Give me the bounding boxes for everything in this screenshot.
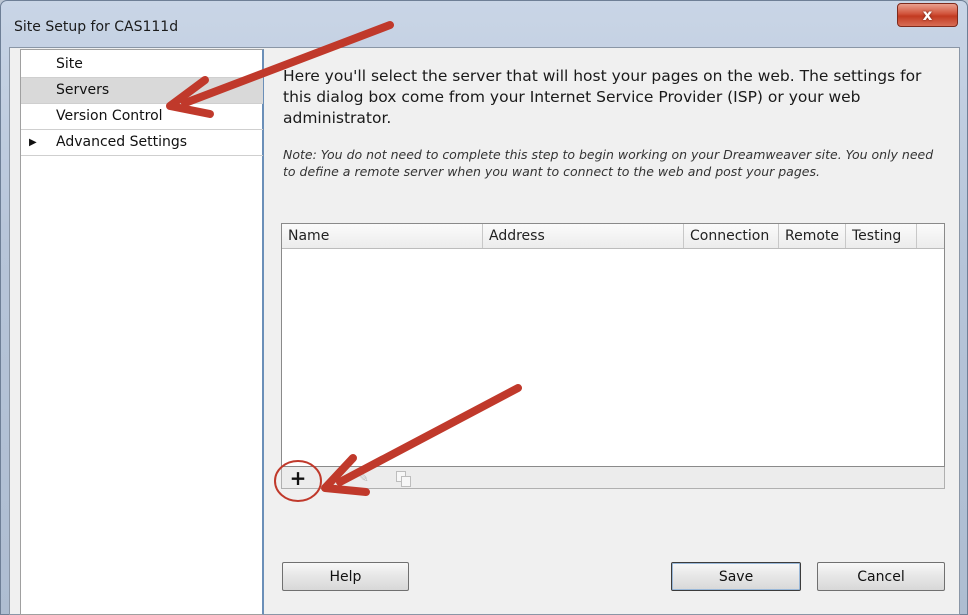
sidebar-item-version-control[interactable]: Version Control xyxy=(21,104,263,130)
column-header-name[interactable]: Name xyxy=(282,224,483,248)
duplicate-icon[interactable] xyxy=(396,471,412,487)
site-setup-dialog: Site Setup for CAS111d x Site Servers Ve… xyxy=(0,0,968,615)
sidebar-item-label: Servers xyxy=(56,82,110,98)
sidebar-item-advanced-settings[interactable]: ▶ Advanced Settings xyxy=(21,130,263,156)
sidebar-item-site[interactable]: Site xyxy=(21,52,263,78)
column-header-testing[interactable]: Testing xyxy=(846,224,917,248)
expand-arrow-icon[interactable]: ▶ xyxy=(29,130,37,155)
help-button[interactable]: Help xyxy=(282,562,409,591)
pencil-icon[interactable]: ✎ xyxy=(358,471,374,487)
table-toolbar xyxy=(281,467,945,489)
close-button[interactable]: x xyxy=(897,3,958,27)
plus-icon[interactable]: + xyxy=(289,468,307,488)
table-header: Name Address Connection Remote Testing xyxy=(282,224,944,249)
column-header-address[interactable]: Address xyxy=(483,224,684,248)
sidebar-item-label: Version Control xyxy=(56,108,163,124)
cancel-button[interactable]: Cancel xyxy=(817,562,945,591)
sidebar-item-label: Advanced Settings xyxy=(56,134,188,150)
window-title: Site Setup for CAS111d xyxy=(14,19,179,35)
sidebar-item-servers[interactable]: Servers xyxy=(21,78,263,104)
category-sidebar: Site Servers Version Control ▶ Advanced … xyxy=(20,49,264,615)
column-header-connection[interactable]: Connection xyxy=(684,224,779,248)
servers-note: Note: You do not need to complete this s… xyxy=(283,147,934,179)
column-header-remote[interactable]: Remote xyxy=(779,224,846,248)
sidebar-item-label: Site xyxy=(56,56,83,72)
servers-description: Here you'll select the server that will … xyxy=(283,67,922,127)
close-icon: x xyxy=(922,6,933,24)
save-button[interactable]: Save xyxy=(671,562,801,591)
servers-table[interactable]: Name Address Connection Remote Testing xyxy=(281,223,945,467)
